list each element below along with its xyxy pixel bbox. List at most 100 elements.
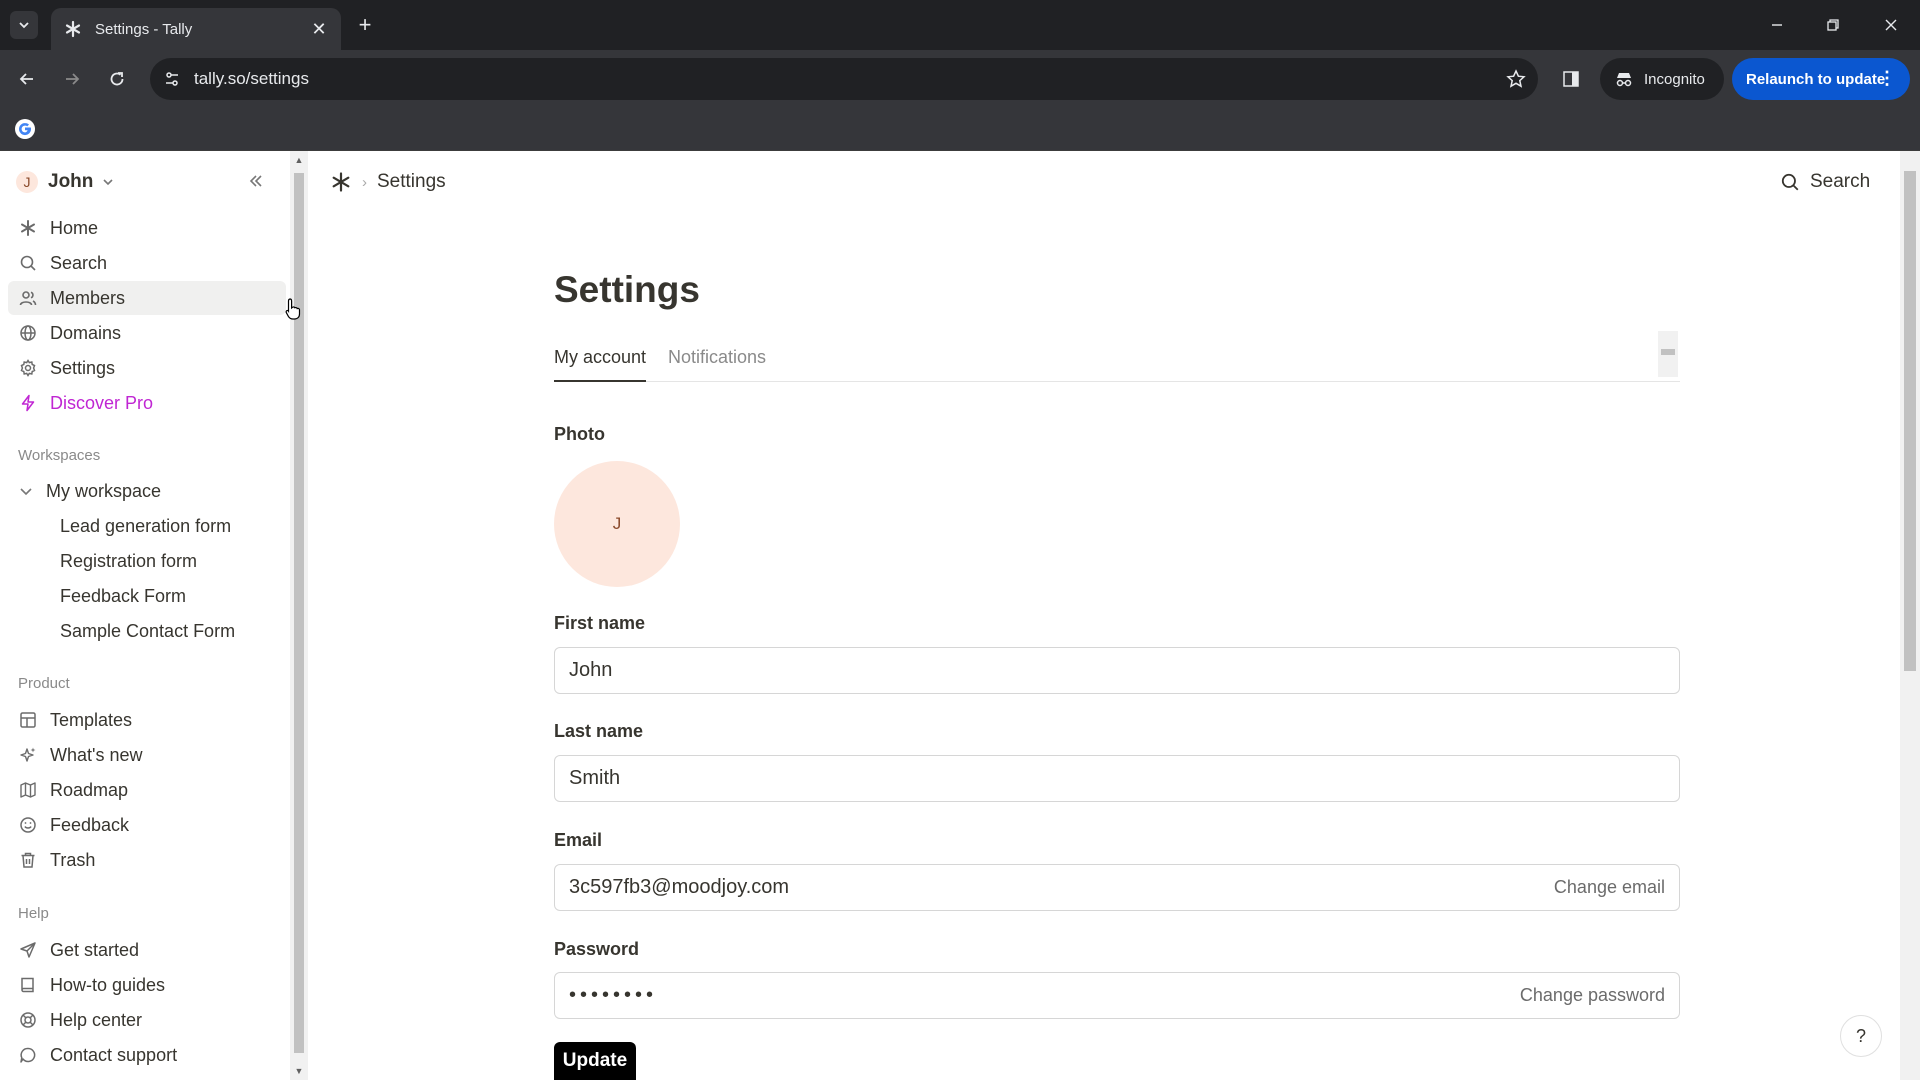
- workspace-toggle[interactable]: My workspace: [18, 475, 161, 507]
- page-title: Settings: [554, 269, 700, 310]
- first-name-label: First name: [554, 613, 646, 633]
- sidebar-item-help-center[interactable]: Help center: [8, 1003, 286, 1037]
- close-window-icon[interactable]: [1878, 12, 1904, 38]
- members-icon: [18, 288, 38, 308]
- forward-button[interactable]: [57, 64, 87, 94]
- reload-button[interactable]: [102, 64, 132, 94]
- kebab-menu-icon: ⋮: [1878, 68, 1896, 88]
- restore-icon[interactable]: [1820, 12, 1846, 38]
- form-item[interactable]: Feedback Form: [60, 580, 186, 612]
- sidebar-item-members[interactable]: Members: [8, 281, 286, 315]
- tab-title: Settings - Tally: [95, 20, 193, 38]
- first-name-field[interactable]: John: [554, 647, 1680, 694]
- sidebar-item-label: Members: [50, 287, 126, 308]
- password-field: •••••••• Change password: [554, 972, 1680, 1019]
- relaunch-button[interactable]: Relaunch to update ⋮: [1732, 58, 1910, 100]
- sidebar-item-roadmap[interactable]: Roadmap: [8, 773, 286, 807]
- chevron-down-icon: [20, 488, 32, 496]
- last-name-label: Last name: [554, 721, 644, 741]
- browser-tab-strip: Settings - Tally ✕ +: [0, 0, 1920, 50]
- mouse-pointer-icon: [285, 298, 301, 320]
- address-bar[interactable]: tally.so/settings: [150, 58, 1538, 100]
- search-icon: [18, 253, 38, 273]
- change-email-button[interactable]: Change email: [1554, 877, 1665, 898]
- bookmarks-bar: [0, 108, 1920, 151]
- lightning-icon: [18, 393, 38, 413]
- sidebar-item-trash[interactable]: Trash: [8, 843, 286, 877]
- sidebar-item-whats-new[interactable]: What's new: [8, 738, 286, 772]
- sidebar: J John Home Search Members Domains Setti…: [0, 151, 290, 1080]
- sidebar-item-label: Templates: [50, 709, 133, 730]
- back-button[interactable]: [12, 64, 42, 94]
- profile-photo[interactable]: J: [554, 461, 680, 587]
- email-label: Email: [554, 830, 603, 850]
- user-menu[interactable]: J John: [16, 167, 276, 197]
- scroll-down-arrow-icon[interactable]: ▼: [294, 1066, 304, 1076]
- double-chevron-left-icon: [249, 175, 262, 187]
- help-heading: Help: [18, 905, 49, 922]
- tab-search-button[interactable]: [10, 11, 38, 39]
- sidebar-item-discover-pro[interactable]: Discover Pro: [8, 386, 286, 420]
- bookmark-star-icon[interactable]: [1494, 69, 1538, 89]
- last-name-value: Smith: [569, 767, 621, 789]
- breadcrumb: › Settings: [330, 169, 446, 195]
- side-panel-icon[interactable]: [1556, 64, 1586, 94]
- user-avatar: J: [16, 171, 38, 193]
- sidebar-item-domains[interactable]: Domains: [8, 316, 286, 350]
- header-search-label: Search: [1810, 171, 1871, 192]
- sidebar-item-templates[interactable]: Templates: [8, 703, 286, 737]
- reload-icon: [110, 72, 124, 86]
- sidebar-item-label: Get started: [50, 939, 140, 960]
- last-name-field[interactable]: Smith: [554, 755, 1680, 802]
- sidebar-scrollbar[interactable]: ▲ ▼: [290, 151, 308, 1080]
- sidebar-item-search[interactable]: Search: [8, 246, 286, 280]
- map-icon: [18, 780, 38, 800]
- browser-toolbar: tally.so/settings Incognito Relaunch to …: [0, 50, 1920, 108]
- sidebar-item-label: Settings: [50, 357, 116, 378]
- sidebar-item-how-to-guides[interactable]: How-to guides: [8, 968, 286, 1002]
- site-settings-icon[interactable]: [150, 70, 194, 88]
- search-icon: [1781, 173, 1799, 191]
- settings-tabs: My account Notifications: [554, 341, 1680, 382]
- first-name-value: John: [569, 659, 613, 681]
- sidebar-item-get-started[interactable]: Get started: [8, 933, 286, 967]
- form-item[interactable]: Sample Contact Form: [60, 615, 235, 647]
- sidebar-item-label: Roadmap: [50, 779, 129, 800]
- lifebuoy-icon: [18, 1010, 38, 1030]
- password-label: Password: [554, 939, 640, 959]
- browser-tab[interactable]: Settings - Tally ✕: [51, 8, 341, 50]
- tabs-scroll-thumb[interactable]: [1661, 349, 1675, 355]
- form-item[interactable]: Lead generation form: [60, 510, 231, 542]
- incognito-label: Incognito: [1644, 70, 1705, 88]
- help-button[interactable]: ?: [1840, 1015, 1882, 1057]
- form-item[interactable]: Registration form: [60, 545, 197, 577]
- main-scroll-thumb[interactable]: [1904, 171, 1916, 671]
- close-tab-icon[interactable]: ✕: [309, 19, 329, 39]
- tabs-scrollbar[interactable]: [1658, 331, 1678, 377]
- arrow-left-icon: [19, 73, 33, 85]
- header-search-button[interactable]: Search: [1780, 169, 1870, 195]
- sidebar-item-feedback[interactable]: Feedback: [8, 808, 286, 842]
- sidebar-item-label: Discover Pro: [50, 392, 154, 413]
- scroll-up-arrow-icon[interactable]: ▲: [294, 155, 304, 165]
- sidebar-item-contact-support[interactable]: Contact support: [8, 1038, 286, 1072]
- email-field: 3c597fb3@moodjoy.com Change email: [554, 864, 1680, 911]
- tally-logo-icon[interactable]: [330, 171, 352, 193]
- main-scrollbar[interactable]: [1900, 151, 1920, 1080]
- minimize-icon[interactable]: [1764, 12, 1790, 38]
- tab-my-account[interactable]: My account: [554, 347, 647, 382]
- sidebar-item-label: Search: [50, 252, 108, 273]
- photo-label: Photo: [554, 424, 605, 444]
- tab-notifications[interactable]: Notifications: [668, 347, 766, 380]
- sidebar-item-settings[interactable]: Settings: [8, 351, 286, 385]
- incognito-indicator[interactable]: Incognito: [1600, 58, 1724, 100]
- update-button[interactable]: Update: [554, 1042, 636, 1080]
- product-heading: Product: [18, 675, 70, 692]
- change-password-button[interactable]: Change password: [1520, 985, 1665, 1006]
- google-bookmark-icon[interactable]: [14, 118, 36, 140]
- collapse-sidebar-button[interactable]: [244, 169, 268, 193]
- sidebar-item-home[interactable]: Home: [8, 211, 286, 245]
- new-tab-button[interactable]: +: [352, 12, 378, 38]
- password-value: ••••••••: [569, 984, 658, 1006]
- chevron-right-icon: ›: [362, 173, 367, 191]
